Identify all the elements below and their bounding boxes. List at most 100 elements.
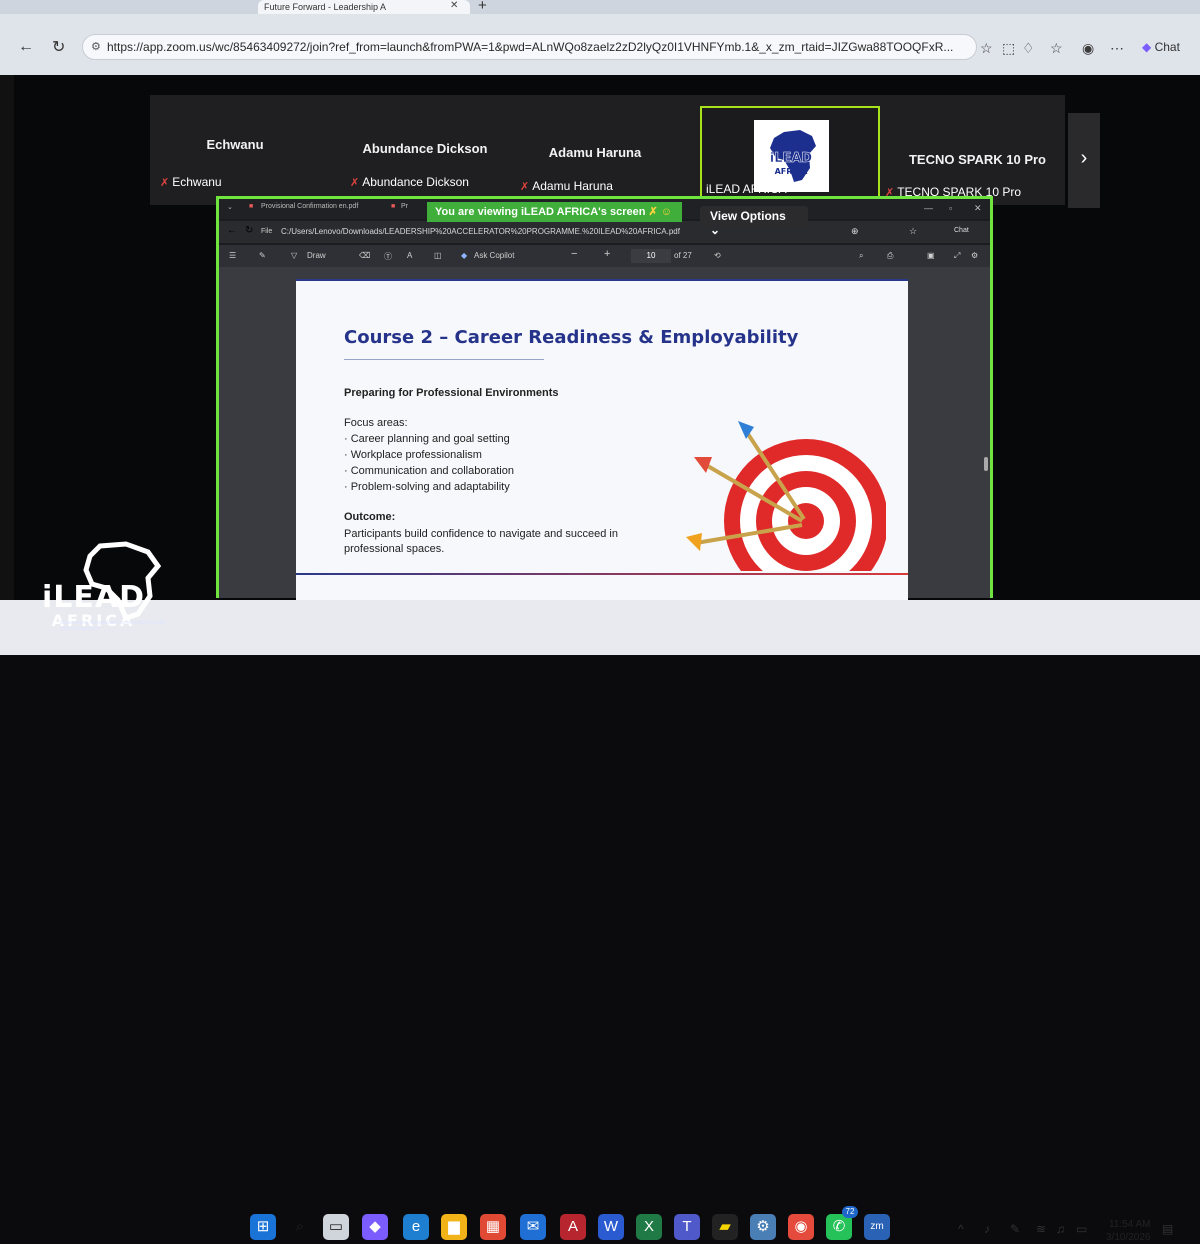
- more-icon[interactable]: ⋯: [1110, 40, 1124, 57]
- copilot-icon: ◆: [461, 251, 468, 260]
- copilot-chat-button[interactable]: ◆ Chat: [1142, 40, 1180, 54]
- maximize-icon: ▫: [949, 203, 953, 213]
- settings-icon: ⚙: [971, 251, 979, 260]
- participant-tile[interactable]: Abundance Dickson ✗ Abundance Dickson: [340, 95, 510, 205]
- settings-icon[interactable]: ⚙: [750, 1214, 776, 1240]
- favorites-icon: ☆: [909, 226, 918, 236]
- participant-tile-active-speaker[interactable]: iLEAD AFRICA iLEAD AFRICA: [700, 106, 880, 208]
- reload-icon: ↻: [245, 225, 254, 236]
- page-count: of 27: [674, 251, 692, 260]
- chevron-up-icon[interactable]: ^: [958, 1222, 964, 1236]
- focus-bullet: · Workplace professionalism: [344, 449, 482, 461]
- outlook-icon[interactable]: ✉: [520, 1214, 546, 1240]
- participant-bar: Echwanu ✗ Echwanu Abundance Dickson ✗ Abun…: [150, 95, 1065, 205]
- favorites-icon[interactable]: ☆: [1050, 40, 1063, 57]
- clock-time: 11:54 AM: [1108, 1219, 1151, 1230]
- shared-address-bar: ← ↻ File C:/Users/Lenovo/Downloads/LEADE…: [219, 221, 990, 243]
- pen-icon[interactable]: ✎: [1010, 1222, 1020, 1236]
- ask-copilot-label: Ask Copilot: [474, 251, 515, 260]
- teams-icon[interactable]: T: [674, 1214, 700, 1240]
- print-icon: ⎙: [887, 251, 894, 260]
- access-icon[interactable]: A: [560, 1214, 586, 1240]
- sticky-notes-icon[interactable]: ▰: [712, 1214, 738, 1240]
- text-icon: Ⓣ: [384, 252, 392, 261]
- focus-heading: Focus areas:: [344, 417, 408, 429]
- participant-label: ✗ Abundance Dickson: [350, 175, 469, 189]
- participant-tile[interactable]: Adamu Haruna ✗ Adamu Haruna: [510, 95, 680, 205]
- notifications-icon[interactable]: ♢: [1022, 40, 1035, 57]
- pdf-viewer: Course 2 – Career Readiness & Employabil…: [219, 267, 990, 609]
- reload-icon[interactable]: ↻: [52, 37, 65, 57]
- zoom-icon: ⊕: [851, 226, 859, 236]
- system-clock[interactable]: 11:54 AM 3/10/2026: [1106, 1218, 1151, 1244]
- chat-label: Chat: [1154, 40, 1180, 54]
- address-bar[interactable]: ⚙ https://app.zoom.us/wc/85463409272/joi…: [82, 34, 977, 60]
- file-label: File: [261, 228, 273, 235]
- mic-icon[interactable]: ♪: [984, 1222, 990, 1236]
- pdf-icon: ■: [391, 203, 396, 210]
- read-aloud-icon: A: [407, 251, 413, 260]
- participant-label: iLEAD AFRICA: [706, 182, 787, 196]
- close-icon[interactable]: ✕: [450, 0, 458, 11]
- clock-date: 3/10/2026: [1106, 1232, 1151, 1243]
- copilot-icon[interactable]: ◆: [362, 1214, 388, 1240]
- back-icon[interactable]: ←: [18, 38, 34, 56]
- battery-icon[interactable]: ▭: [1076, 1222, 1087, 1236]
- minimize-icon: —: [924, 203, 933, 213]
- star-icon[interactable]: ☆: [980, 40, 993, 57]
- participant-name: Adamu Haruna: [548, 145, 642, 160]
- site-info-icon[interactable]: ⚙: [91, 40, 101, 53]
- edge-icon[interactable]: e: [403, 1214, 429, 1240]
- brand-tagline: Empowering marginalised communities thro…: [60, 620, 166, 632]
- svg-text:AFRICA: AFRICA: [775, 167, 809, 176]
- dartboard-target-icon: [686, 421, 886, 571]
- shared-chat-label: Chat: [954, 227, 969, 234]
- title-underline: [344, 359, 544, 360]
- chevron-down-icon: ⌄: [710, 223, 721, 237]
- file-explorer-icon[interactable]: ▆: [441, 1214, 467, 1240]
- tab-menu-icon: ⌄: [227, 204, 233, 211]
- status-icon: ✗ ☺: [648, 206, 673, 218]
- shared-screen: ⌄ ■ Provisional Confirmation en.pdf ■ Pr…: [216, 196, 993, 609]
- pdf-scrollbar: [984, 457, 988, 471]
- extensions-icon[interactable]: ⬚: [1002, 40, 1015, 57]
- task-view-icon[interactable]: ▭: [323, 1214, 349, 1240]
- notification-center-icon[interactable]: ▤: [1162, 1222, 1173, 1236]
- participant-tile[interactable]: Echwanu ✗ Echwanu: [150, 95, 320, 205]
- slide-title: Course 2 – Career Readiness & Employabil…: [344, 327, 799, 348]
- whatsapp-icon[interactable]: ✆ 72: [826, 1206, 858, 1240]
- new-tab-button[interactable]: +: [478, 0, 487, 14]
- chevron-right-icon: ›: [1080, 147, 1088, 169]
- url-text: https://app.zoom.us/wc/85463409272/join?…: [107, 40, 954, 54]
- pdf-toolbar: ☰ ✎ ▽ Draw ⌫ Ⓣ A ◫ ◆ Ask Copilot − + 10 …: [219, 245, 990, 267]
- store-icon[interactable]: ▦: [480, 1214, 506, 1240]
- draw-label: Draw: [307, 251, 326, 260]
- search-icon[interactable]: ⌕: [287, 1214, 313, 1240]
- chrome-icon[interactable]: ◉: [788, 1214, 814, 1240]
- slide-subtitle: Preparing for Professional Environments: [344, 387, 559, 399]
- word-icon[interactable]: W: [598, 1214, 624, 1240]
- rotate-icon: ⟲: [714, 251, 721, 260]
- draw-icon: ▽: [291, 251, 298, 260]
- eraser-icon: ⌫: [359, 251, 371, 260]
- focus-bullet: · Problem-solving and adaptability: [344, 481, 510, 493]
- page-number-input: 10: [631, 249, 671, 263]
- copilot-icon: ◆: [1142, 40, 1152, 54]
- window-edge: [0, 75, 14, 600]
- start-icon[interactable]: ⊞: [250, 1214, 276, 1240]
- slide-divider: [296, 573, 908, 575]
- wifi-icon[interactable]: ≋: [1036, 1222, 1046, 1236]
- volume-icon[interactable]: ♫: [1056, 1222, 1065, 1236]
- excel-icon[interactable]: X: [636, 1214, 662, 1240]
- zoom-app-icon[interactable]: zm: [864, 1214, 890, 1240]
- next-participants-button[interactable]: ›: [1068, 113, 1100, 208]
- tab-strip: Future Forward - Leadership A ✕ +: [0, 0, 1200, 14]
- tab-zoom-meeting[interactable]: Future Forward - Leadership A: [258, 0, 470, 14]
- profile-icon[interactable]: ◉: [1082, 40, 1094, 57]
- view-options-button[interactable]: View Options ⌄: [700, 206, 808, 237]
- highlight-icon: ✎: [259, 251, 266, 260]
- search-icon: ⌕: [859, 251, 864, 260]
- participant-tile[interactable]: TECNO SPARK 10 Pro ✗ TECNO SPARK 10 Pro: [885, 95, 1065, 205]
- notification-badge: 72: [842, 1206, 858, 1218]
- participant-label: ✗ Echwanu: [160, 175, 222, 189]
